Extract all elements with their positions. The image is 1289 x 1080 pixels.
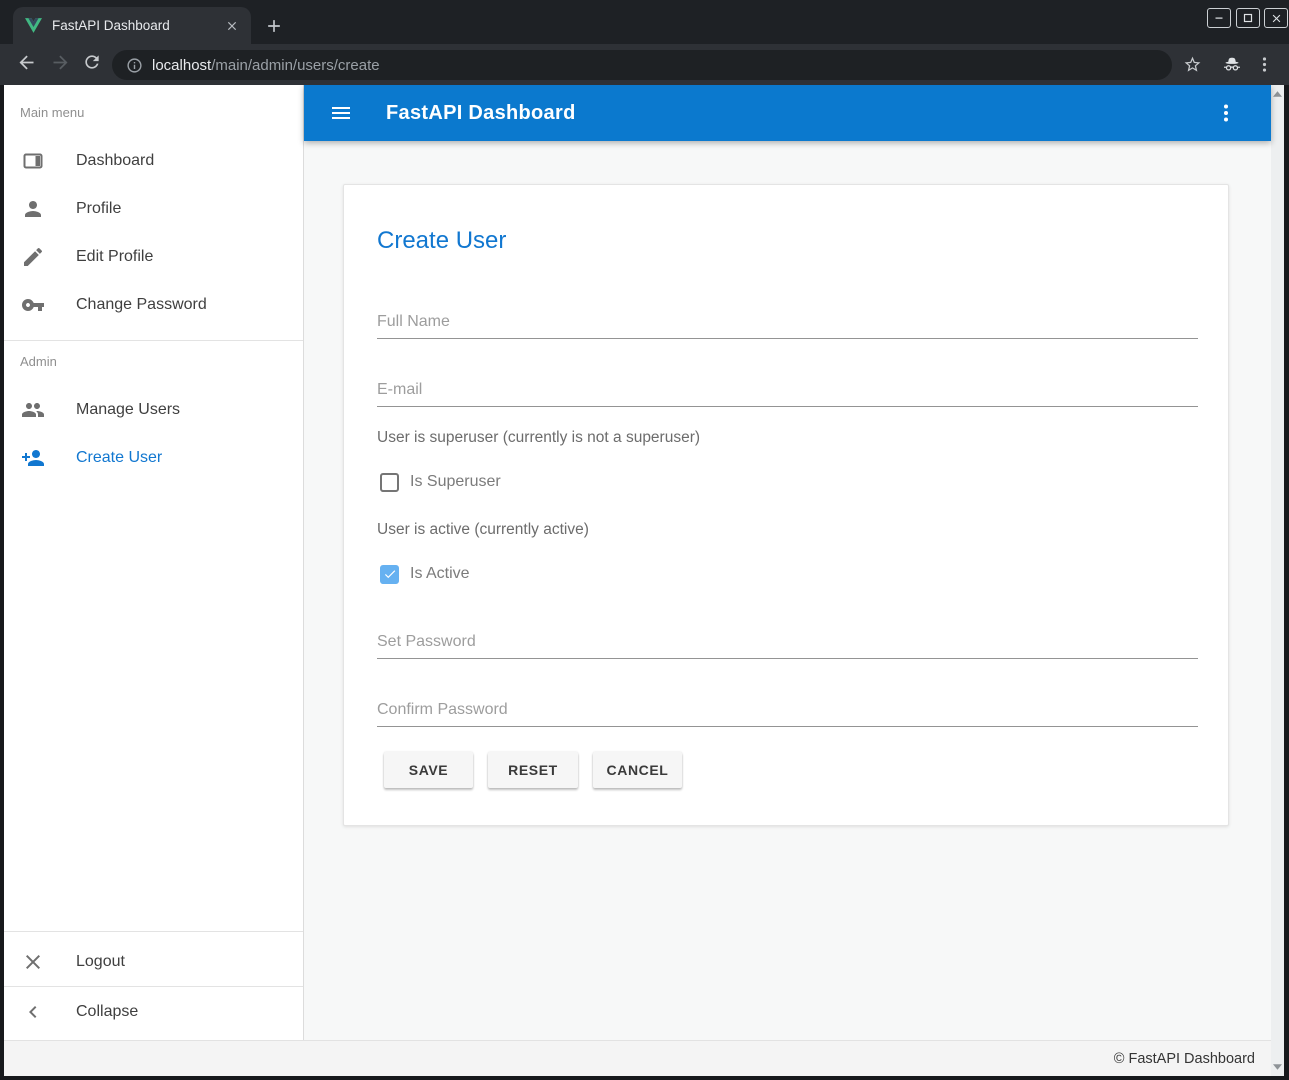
cancel-button[interactable]: CANCEL — [593, 752, 682, 788]
sidebar-divider — [4, 931, 303, 932]
sidebar-section-admin: Admin — [20, 354, 57, 369]
browser-tab[interactable]: FastAPI Dashboard — [13, 7, 251, 44]
url-text: localhost/main/admin/users/create — [152, 57, 380, 74]
sidebar-item-change-password[interactable]: Change Password — [4, 281, 303, 329]
people-icon — [21, 398, 45, 422]
new-tab-button[interactable] — [261, 13, 287, 39]
sidebar-item-label: Manage Users — [76, 401, 180, 419]
sidebar-item-collapse[interactable]: Collapse — [4, 988, 303, 1036]
scroll-up-icon[interactable] — [1271, 87, 1284, 101]
copyright-text: © FastAPI Dashboard — [1114, 1051, 1255, 1067]
sidebar-item-create-user[interactable]: Create User — [4, 434, 303, 482]
reset-button[interactable]: RESET — [488, 752, 578, 788]
sidebar-item-profile[interactable]: Profile — [4, 185, 303, 233]
is-active-label: Is Active — [410, 565, 470, 583]
create-user-card: Create User User is superuser (currently… — [343, 184, 1229, 826]
sidebar-item-label: Profile — [76, 200, 121, 218]
sidebar-divider — [4, 986, 303, 987]
incognito-icon — [1218, 50, 1246, 78]
sidebar-item-label: Collapse — [76, 1003, 138, 1021]
vertical-scrollbar[interactable] — [1271, 85, 1284, 1076]
pencil-icon — [21, 245, 45, 269]
app-title: FastAPI Dashboard — [386, 102, 576, 125]
save-button[interactable]: SAVE — [384, 752, 473, 788]
is-superuser-checkbox[interactable] — [380, 473, 399, 492]
page-title: Create User — [377, 227, 506, 255]
reload-button[interactable] — [78, 48, 106, 76]
sidebar-item-dashboard[interactable]: Dashboard — [4, 137, 303, 185]
sidebar-item-label: Create User — [76, 449, 162, 467]
full-name-field-wrap — [377, 306, 1198, 339]
chevron-left-icon — [21, 1000, 45, 1024]
window-minimize-button[interactable] — [1207, 8, 1231, 28]
sidebar-item-logout[interactable]: Logout — [4, 938, 303, 986]
email-field-wrap — [377, 374, 1198, 407]
sidebar-section-main-menu: Main menu — [20, 105, 84, 120]
scroll-down-icon[interactable] — [1271, 1060, 1284, 1074]
sidebar-item-edit-profile[interactable]: Edit Profile — [4, 233, 303, 281]
browser-menu-icon[interactable] — [1250, 50, 1278, 78]
url-host: localhost — [152, 57, 211, 74]
full-name-input[interactable] — [377, 306, 1198, 339]
url-path: /main/admin/users/create — [211, 57, 379, 74]
bookmark-star-icon[interactable] — [1178, 50, 1206, 78]
is-active-row[interactable]: Is Active — [380, 564, 470, 584]
is-superuser-row[interactable]: Is Superuser — [380, 472, 501, 492]
sidebar-item-label: Edit Profile — [76, 248, 153, 266]
confirm-password-input[interactable] — [377, 694, 1198, 727]
address-bar[interactable]: localhost/main/admin/users/create — [112, 50, 1172, 80]
app-menu-icon[interactable] — [1214, 101, 1238, 125]
hamburger-menu-icon[interactable] — [329, 101, 353, 125]
sidebar-item-manage-users[interactable]: Manage Users — [4, 386, 303, 434]
set-password-field-wrap — [377, 626, 1198, 659]
page-footer: © FastAPI Dashboard — [4, 1040, 1271, 1076]
browser-window: FastAPI Dashboard localhost/main/admi — [0, 0, 1289, 1080]
person-add-icon — [21, 446, 45, 470]
page-content: Main menu Dashboard Profile Edit Profile — [4, 85, 1284, 1076]
confirm-password-field-wrap — [377, 694, 1198, 727]
is-superuser-label: Is Superuser — [410, 473, 501, 491]
site-info-icon[interactable] — [126, 57, 143, 74]
tab-close-icon[interactable] — [223, 17, 241, 35]
email-input[interactable] — [377, 374, 1198, 407]
person-icon — [21, 197, 45, 221]
window-close-button[interactable] — [1264, 8, 1288, 28]
sidebar: Main menu Dashboard Profile Edit Profile — [4, 85, 304, 1040]
active-hint: User is active (currently active) — [377, 521, 589, 539]
window-maximize-button[interactable] — [1236, 8, 1260, 28]
back-button[interactable] — [12, 48, 40, 76]
set-password-input[interactable] — [377, 626, 1198, 659]
dashboard-icon — [21, 149, 45, 173]
superuser-hint: User is superuser (currently is not a su… — [377, 429, 700, 447]
close-icon — [21, 950, 45, 974]
sidebar-divider — [4, 340, 303, 341]
vue-logo-icon — [25, 18, 42, 33]
tab-strip: FastAPI Dashboard — [0, 0, 1289, 44]
sidebar-item-label: Change Password — [76, 296, 207, 314]
key-icon — [21, 293, 45, 317]
app-bar: FastAPI Dashboard — [304, 85, 1271, 141]
sidebar-item-label: Dashboard — [76, 152, 154, 170]
forward-button[interactable] — [46, 48, 74, 76]
sidebar-item-label: Logout — [76, 953, 125, 971]
is-active-checkbox[interactable] — [380, 565, 399, 584]
tab-title: FastAPI Dashboard — [52, 18, 223, 33]
